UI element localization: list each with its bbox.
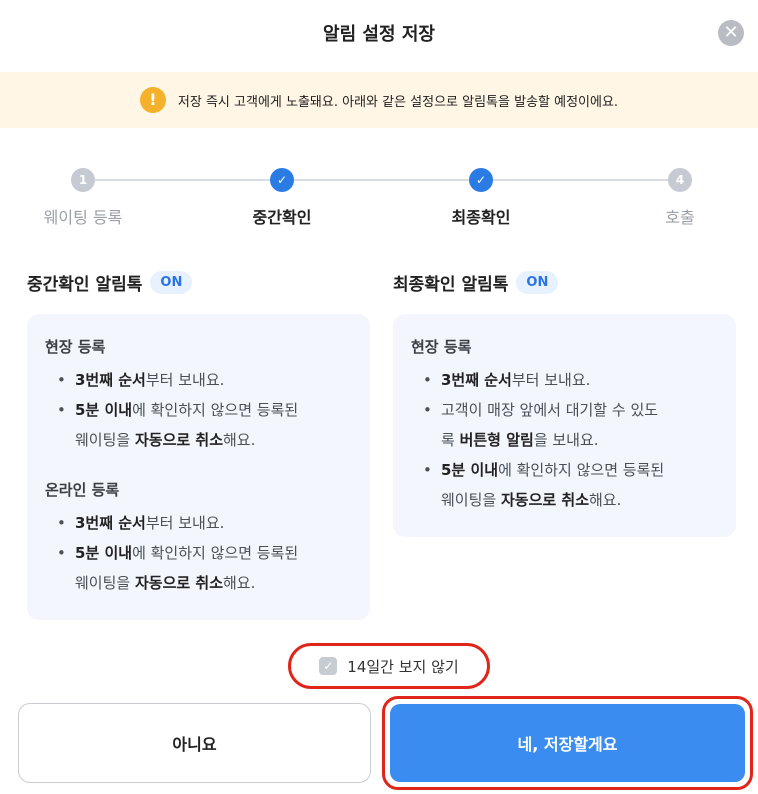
step-3-check-icon: ✓ — [469, 168, 493, 192]
step-connector — [493, 179, 668, 181]
list-item: 5분 이내에 확인하지 않으면 등록된웨이팅을 자동으로 취소해요. — [45, 538, 352, 598]
step-2-label: 중간확인 — [252, 208, 312, 227]
status-badge: ON — [150, 271, 193, 294]
step-4-dot: 4 — [668, 168, 692, 192]
list-item: 3번째 순서부터 보내요. — [45, 365, 352, 395]
close-icon[interactable]: ✕ — [718, 20, 744, 46]
group-title: 현장 등록 — [411, 338, 472, 356]
list-item: 5분 이내에 확인하지 않으면 등록된웨이팅을 자동으로 취소해요. — [45, 395, 352, 455]
onsite-group: 현장 등록 3번째 순서부터 보내요. 5분 이내에 확인하지 않으면 등록된웨… — [45, 336, 352, 455]
checkbox-check-icon[interactable]: ✓ — [319, 657, 338, 675]
step-1-dot: 1 — [71, 168, 95, 192]
yes-button-highlight: 네, 저장할게요 — [382, 696, 753, 790]
middle-section-title: 중간확인 알림톡 ON — [27, 270, 193, 295]
step-connector — [95, 179, 271, 181]
onsite-group: 현장 등록 3번째 순서부터 보내요. 고객이 매장 앞에서 대기할 수 있도록… — [411, 336, 718, 515]
step-1-label: 웨이팅 등록 — [43, 208, 123, 227]
dont-show-label: 14일간 보지 않기 — [347, 657, 459, 676]
middle-title-text: 중간확인 알림톡 — [27, 275, 143, 295]
step-3-label: 최종확인 — [451, 208, 511, 227]
notice-text: 저장 즉시 고객에게 노출돼요. 아래와 같은 설정으로 알림톡을 발송할 예정… — [177, 94, 619, 110]
exclamation-icon: ! — [139, 87, 166, 113]
list-item: 고객이 매장 앞에서 대기할 수 있도록 버튼형 알림을 보내요. — [411, 395, 718, 455]
final-title-text: 최종확인 알림톡 — [393, 275, 509, 295]
step-4-label: 호출 — [665, 208, 695, 227]
dialog-title: 알림 설정 저장 — [323, 24, 435, 45]
middle-card: 현장 등록 3번째 순서부터 보내요. 5분 이내에 확인하지 않으면 등록된웨… — [27, 314, 370, 620]
dont-show-checkbox[interactable]: ✓ 14일간 보지 않기 — [288, 643, 490, 689]
final-section-title: 최종확인 알림톡 ON — [393, 270, 559, 295]
list-item: 3번째 순서부터 보내요. — [411, 365, 718, 395]
save-button[interactable]: 네, 저장할게요 — [390, 704, 745, 782]
no-button[interactable]: 아니요 — [18, 703, 371, 783]
list-item: 3번째 순서부터 보내요. — [45, 508, 352, 538]
step-2-check-icon: ✓ — [270, 168, 294, 192]
group-title: 온라인 등록 — [45, 481, 120, 499]
notice-banner: ! 저장 즉시 고객에게 노출돼요. 아래와 같은 설정으로 알림톡을 발송할 … — [0, 72, 758, 128]
stepper: 1 ✓ ✓ 4 웨이팅 등록 중간확인 최종확인 호출 — [0, 168, 758, 228]
online-group: 온라인 등록 3번째 순서부터 보내요. 5분 이내에 확인하지 않으면 등록된… — [45, 479, 352, 598]
group-title: 현장 등록 — [45, 338, 106, 356]
status-badge: ON — [516, 271, 559, 294]
list-item: 5분 이내에 확인하지 않으면 등록된웨이팅을 자동으로 취소해요. — [411, 455, 718, 515]
final-card: 현장 등록 3번째 순서부터 보내요. 고객이 매장 앞에서 대기할 수 있도록… — [393, 314, 736, 537]
step-connector — [294, 179, 469, 181]
